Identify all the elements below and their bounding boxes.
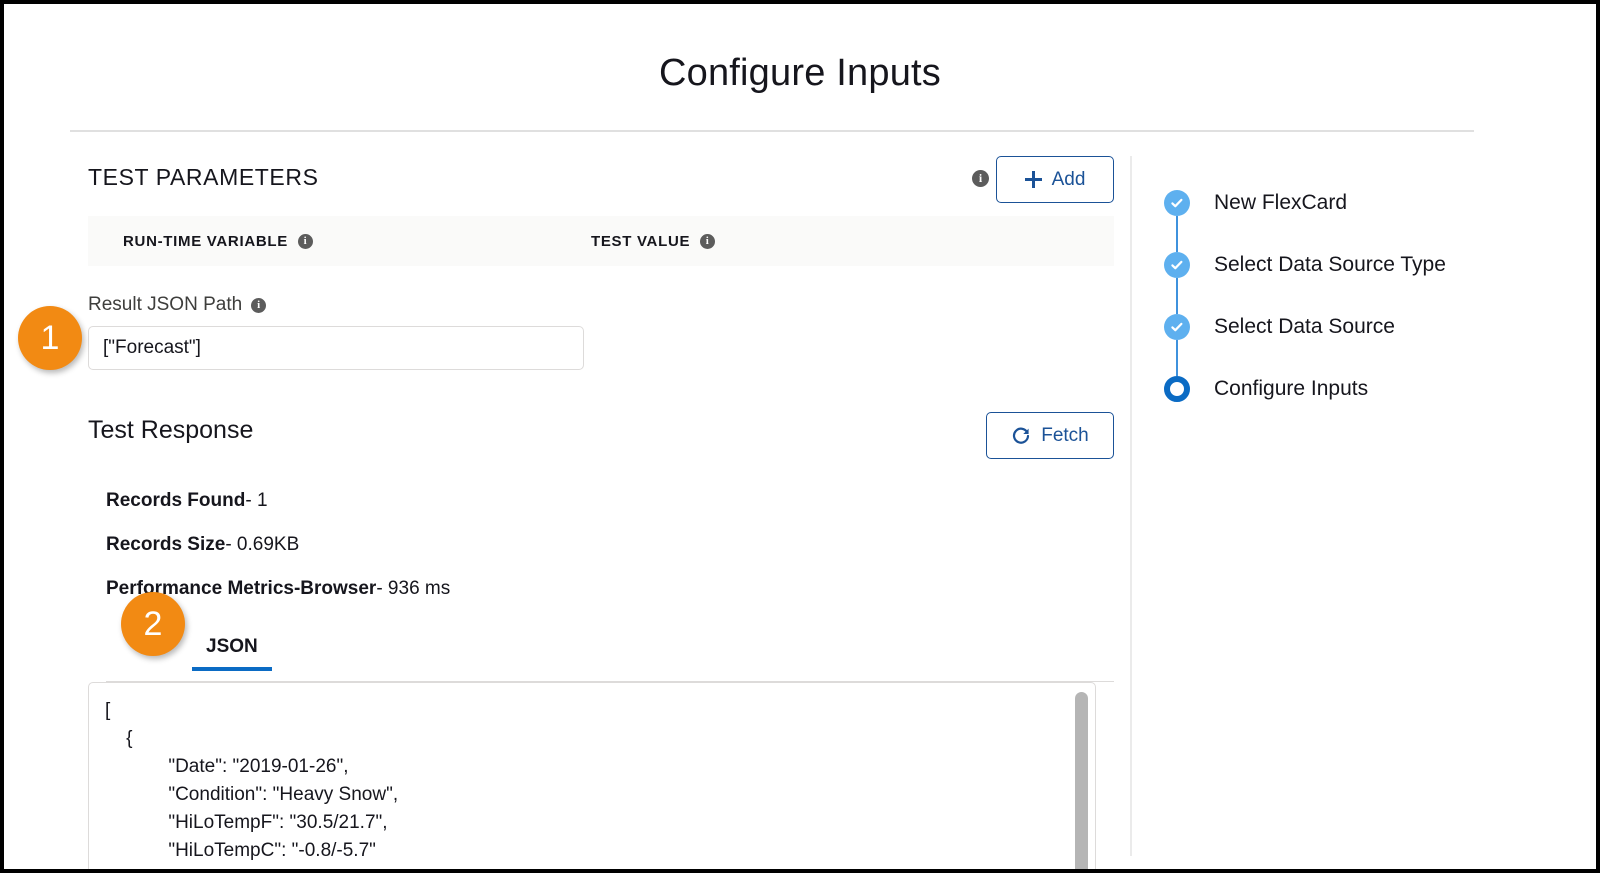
check-circle-icon xyxy=(1164,190,1190,216)
page-title: Configure Inputs xyxy=(4,52,1596,95)
refresh-icon xyxy=(1011,426,1031,446)
metric-records-found-name: Records Found xyxy=(106,490,245,511)
check-circle-icon xyxy=(1164,314,1190,340)
json-scrollbar-track[interactable] xyxy=(1077,686,1092,870)
check-icon xyxy=(1169,195,1185,211)
json-response-text: [ { "Date": "2019-01-26", "Condition": "… xyxy=(89,683,1095,865)
callout-badge-2: 2 xyxy=(121,592,185,656)
column-header-test-value: TEST VALUE i xyxy=(591,233,715,250)
result-json-path-info-icon[interactable]: i xyxy=(251,298,266,313)
metric-performance-browser-value: - 936 ms xyxy=(376,578,450,599)
fetch-button[interactable]: Fetch xyxy=(986,412,1114,459)
check-icon xyxy=(1169,319,1185,335)
check-circle-icon xyxy=(1164,252,1190,278)
content-stepper-divider xyxy=(1130,156,1132,856)
json-response-viewer[interactable]: [ { "Date": "2019-01-26", "Condition": "… xyxy=(88,682,1096,873)
check-icon xyxy=(1169,257,1185,273)
step-select-data-source[interactable]: Select Data Source xyxy=(1164,296,1564,358)
step-configure-inputs-label: Configure Inputs xyxy=(1214,377,1368,401)
step-select-data-source-marker xyxy=(1164,314,1190,340)
result-json-path-input[interactable] xyxy=(88,326,584,370)
add-button-label: Add xyxy=(1052,169,1086,191)
main-content: TEST PARAMETERS i Add RUN-TIME VARIABLE … xyxy=(88,156,1114,873)
metric-records-size-value: - 0.69KB xyxy=(225,534,299,555)
step-configure-inputs[interactable]: Configure Inputs xyxy=(1164,358,1564,420)
column-header-test-value-label: TEST VALUE xyxy=(591,233,690,250)
title-divider xyxy=(70,130,1474,132)
test-parameters-info-icon[interactable]: i xyxy=(972,170,989,188)
tab-json[interactable]: JSON xyxy=(192,636,272,670)
step-configure-inputs-marker xyxy=(1164,376,1190,402)
step-select-data-source-type-marker xyxy=(1164,252,1190,278)
result-json-path-field: Result JSON Path i xyxy=(88,294,1114,370)
test-parameters-table-header: RUN-TIME VARIABLE i TEST VALUE i xyxy=(88,216,1114,266)
column-header-runtime-variable-label: RUN-TIME VARIABLE xyxy=(123,233,288,250)
result-json-path-label-row: Result JSON Path i xyxy=(88,294,1114,316)
step-select-data-source-type[interactable]: Select Data Source Type xyxy=(1164,234,1564,296)
wizard-stepper: New FlexCard Select Data Source Type xyxy=(1164,172,1564,420)
fetch-button-label: Fetch xyxy=(1041,425,1089,447)
metric-performance-browser: Performance Metrics-Browser- 936 ms xyxy=(106,578,1114,600)
step-new-flexcard[interactable]: New FlexCard xyxy=(1164,172,1564,234)
step-select-data-source-type-label: Select Data Source Type xyxy=(1214,253,1446,277)
runtime-variable-info-icon[interactable]: i xyxy=(298,234,313,249)
json-scrollbar-thumb[interactable] xyxy=(1075,692,1088,873)
test-parameters-header: TEST PARAMETERS i Add xyxy=(88,156,1114,212)
metric-records-size-name: Records Size xyxy=(106,534,225,555)
metric-records-found-value: - 1 xyxy=(245,490,267,511)
column-header-runtime-variable: RUN-TIME VARIABLE i xyxy=(123,233,313,250)
step-new-flexcard-marker xyxy=(1164,190,1190,216)
step-new-flexcard-label: New FlexCard xyxy=(1214,191,1347,215)
test-parameters-title: TEST PARAMETERS xyxy=(88,164,319,191)
test-response-title: Test Response xyxy=(88,416,253,445)
plus-icon xyxy=(1025,171,1042,188)
result-json-path-label: Result JSON Path xyxy=(88,294,242,316)
callout-badge-1: 1 xyxy=(18,306,82,370)
metric-records-size: Records Size- 0.69KB xyxy=(106,534,1114,556)
test-value-info-icon[interactable]: i xyxy=(700,234,715,249)
test-response-header: Test Response Fetch xyxy=(88,416,1114,468)
add-button[interactable]: Add xyxy=(996,156,1114,203)
metric-records-found: Records Found- 1 xyxy=(106,490,1114,512)
step-select-data-source-label: Select Data Source xyxy=(1214,315,1395,339)
response-tabs: JSON xyxy=(106,636,1114,682)
current-step-circle-icon xyxy=(1164,376,1190,402)
configure-inputs-screen: Configure Inputs TEST PARAMETERS i Add R… xyxy=(0,0,1600,873)
